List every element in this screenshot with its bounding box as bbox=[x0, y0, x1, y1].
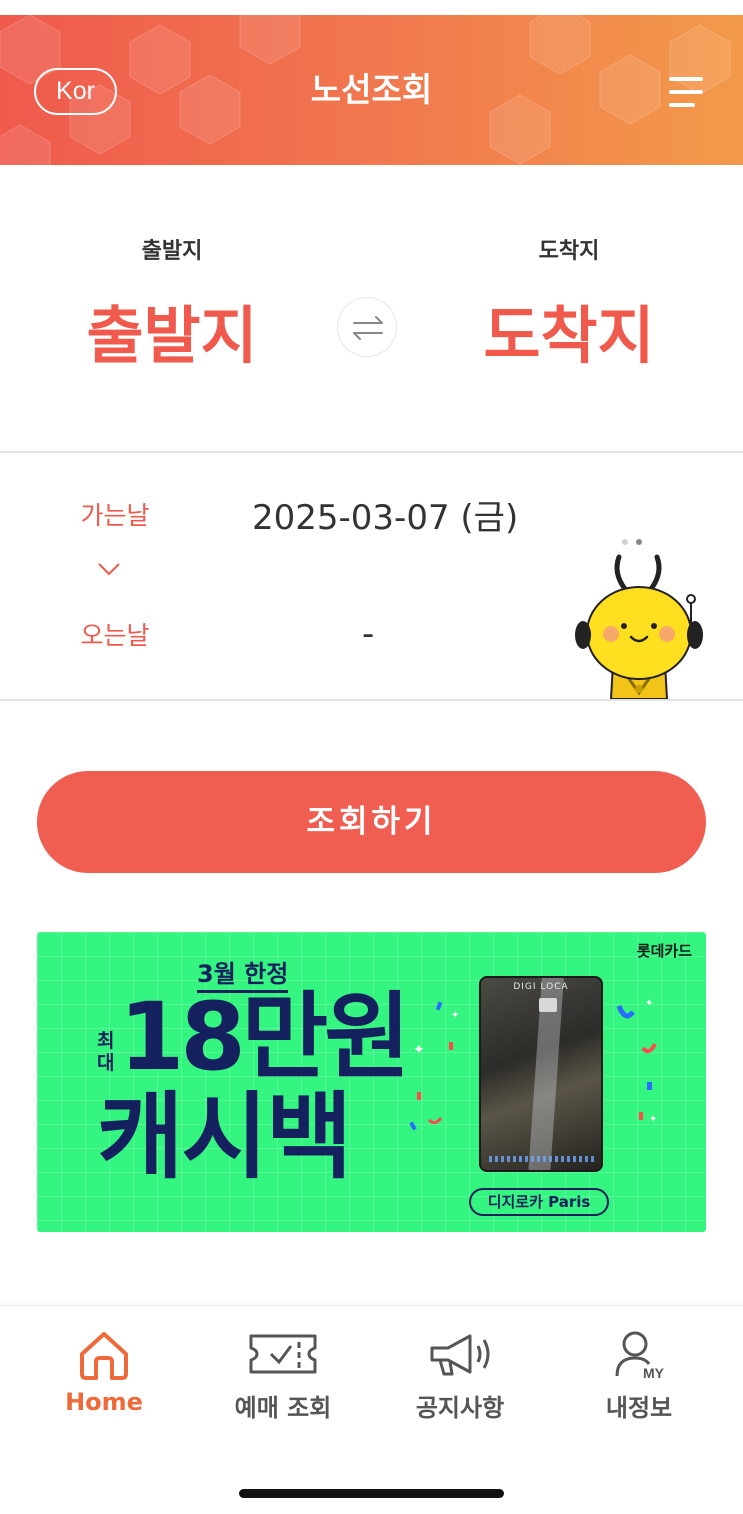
credit-card-image: DIGI LOCA bbox=[479, 976, 603, 1172]
home-icon bbox=[80, 1332, 128, 1380]
bee-mascot-icon bbox=[575, 539, 703, 699]
card-chip-icon bbox=[539, 998, 557, 1012]
origin-select[interactable]: 출발지 bbox=[32, 285, 312, 375]
search-button[interactable]: 조회하기 bbox=[37, 771, 706, 873]
megaphone-icon bbox=[430, 1334, 490, 1376]
hamburger-menu-icon[interactable] bbox=[663, 73, 707, 111]
divider bbox=[0, 699, 743, 701]
swap-route-button[interactable] bbox=[337, 297, 397, 357]
svg-text:✦: ✦ bbox=[649, 1114, 657, 1125]
bottom-navigation: Home 예매 조회 공지사항 MY 내정보 bbox=[0, 1305, 743, 1514]
nav-notice-label: 공지사항 bbox=[415, 1394, 505, 1422]
svg-text:✦: ✦ bbox=[645, 998, 653, 1009]
svg-text:✦: ✦ bbox=[413, 1042, 425, 1058]
banner-max-text: 최대 bbox=[97, 1030, 115, 1074]
destination-select[interactable]: 도착지 bbox=[429, 285, 709, 375]
chevron-down-icon bbox=[98, 563, 120, 576]
nav-home[interactable]: Home bbox=[11, 1328, 197, 1438]
nav-my-info[interactable]: MY 내정보 bbox=[546, 1328, 732, 1438]
route-selector: 출발지 출발지 도착지 도착지 bbox=[0, 165, 743, 452]
depart-date-label: 가는날 bbox=[80, 501, 150, 530]
banner-brand: 롯데카드 bbox=[636, 942, 692, 960]
banner-cashback-text: 캐시백 bbox=[97, 1083, 352, 1192]
nav-reservation[interactable]: 예매 조회 bbox=[190, 1328, 376, 1438]
page-title: 노선조회 bbox=[310, 70, 433, 109]
user-my-icon: MY bbox=[615, 1331, 665, 1380]
destination-label: 도착지 bbox=[538, 239, 600, 264]
confetti-icon: ✦ ✦ bbox=[616, 998, 657, 1125]
svg-text:MY: MY bbox=[643, 1365, 665, 1380]
home-indicator bbox=[239, 1489, 504, 1498]
status-bar bbox=[0, 0, 743, 15]
nav-notice[interactable]: 공지사항 bbox=[367, 1328, 553, 1438]
card-label: 디지로카 Paris bbox=[469, 1188, 609, 1216]
banner-amount-text: 18만원 bbox=[119, 983, 411, 1092]
confetti-icon: ✦ ✦ bbox=[409, 1001, 459, 1131]
nav-home-label: Home bbox=[65, 1388, 143, 1416]
depart-date-value[interactable]: 2025-03-07 (금) bbox=[252, 490, 518, 539]
origin-label: 출발지 bbox=[141, 239, 203, 264]
divider bbox=[0, 451, 743, 453]
svg-text:✦: ✦ bbox=[451, 1010, 459, 1021]
app-header: Kor 노선조회 bbox=[0, 15, 743, 165]
nav-reservation-label: 예매 조회 bbox=[234, 1394, 332, 1422]
promo-banner[interactable]: 롯데카드 3월 한정 최대 18만원 캐시백 DIGI LOCA 디지로카 Pa… bbox=[37, 932, 706, 1232]
ticket-check-icon bbox=[249, 1334, 317, 1374]
swap-arrows-icon bbox=[353, 316, 383, 340]
nav-my-info-label: 내정보 bbox=[605, 1394, 673, 1422]
return-date-value[interactable]: - bbox=[362, 614, 374, 654]
card-name: DIGI LOCA bbox=[513, 982, 569, 992]
return-date-label: 오는날 bbox=[80, 621, 150, 650]
